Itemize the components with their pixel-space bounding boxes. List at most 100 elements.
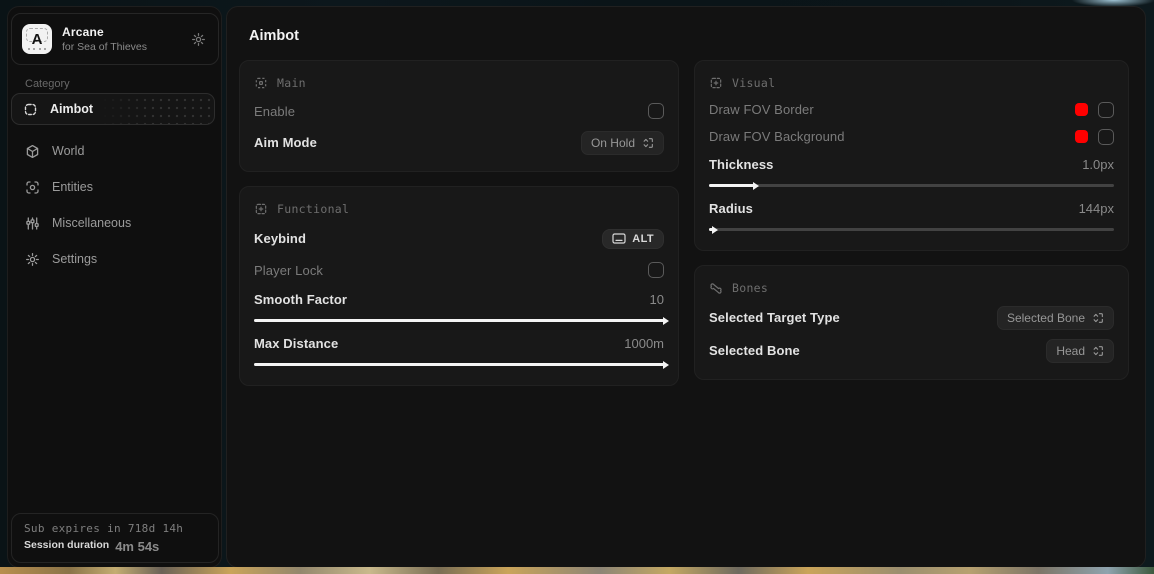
keybind-row: Keybind ALT xyxy=(254,222,664,255)
sidebar-item-miscellaneous[interactable]: Miscellaneous xyxy=(8,205,221,241)
keybind-value: ALT xyxy=(632,233,654,245)
radius-group: Radius 144px xyxy=(709,194,1114,238)
gear-icon[interactable] xyxy=(191,32,206,47)
fov-background-color-swatch[interactable] xyxy=(1075,130,1088,143)
smooth-factor-slider[interactable] xyxy=(254,319,664,322)
target-type-row: Selected Target Type Selected Bone xyxy=(709,301,1114,334)
fov-border-label: Draw FOV Border xyxy=(709,102,814,117)
session-duration-label: Session duration xyxy=(24,539,109,554)
session-duration-value: 4m 54s xyxy=(115,539,159,554)
card-bones: Bones Selected Target Type Selected Bone xyxy=(694,265,1129,380)
logo-dots xyxy=(28,48,46,50)
brand-subtitle: for Sea of Thieves xyxy=(62,41,181,53)
sidebar-item-label: World xyxy=(52,144,84,158)
max-distance-group: Max Distance 1000m xyxy=(254,329,664,373)
smooth-factor-group: Smooth Factor 10 xyxy=(254,285,664,329)
fov-border-row: Draw FOV Border xyxy=(709,96,1114,123)
selected-bone-label: Selected Bone xyxy=(709,343,800,358)
enable-row: Enable xyxy=(254,96,664,126)
aim-mode-row: Aim Mode On Hold xyxy=(254,126,664,159)
card-bones-header: Bones xyxy=(709,275,1114,301)
session-duration: Session duration 4m 54s xyxy=(24,539,206,554)
scan-icon xyxy=(23,102,38,117)
slider-thumb[interactable] xyxy=(753,182,759,190)
mixer-icon xyxy=(25,216,40,231)
radius-value: 144px xyxy=(1079,201,1114,216)
card-visual: Visual Draw FOV Border Draw FOV Backgrou… xyxy=(694,60,1129,251)
category-label: Category xyxy=(25,78,70,90)
slider-thumb[interactable] xyxy=(663,361,669,369)
thickness-group: Thickness 1.0px xyxy=(709,150,1114,194)
thickness-value: 1.0px xyxy=(1082,157,1114,172)
sidebar-item-world[interactable]: World xyxy=(8,133,221,169)
sidebar-nav: Aimbot World Entities xyxy=(8,93,221,277)
page-title: Aimbot xyxy=(239,7,1129,60)
thickness-row: Thickness 1.0px xyxy=(709,152,1114,176)
thickness-slider[interactable] xyxy=(709,184,1114,187)
sidebar-item-settings[interactable]: Settings xyxy=(8,241,221,277)
selected-bone-value: Head xyxy=(1056,344,1085,358)
radius-row: Radius 144px xyxy=(709,196,1114,220)
sidebar-item-label: Entities xyxy=(52,180,93,194)
selected-bone-select[interactable]: Head xyxy=(1046,339,1114,363)
radius-slider[interactable] xyxy=(709,228,1114,231)
aim-mode-value: On Hold xyxy=(591,136,635,150)
fov-border-color-swatch[interactable] xyxy=(1075,103,1088,116)
dashed-plus-icon xyxy=(709,76,723,90)
card-functional-header: Functional xyxy=(254,196,664,222)
dashed-target-icon xyxy=(254,76,268,90)
dot-pattern xyxy=(99,94,214,124)
card-title: Bones xyxy=(732,281,768,295)
selected-bone-row: Selected Bone Head xyxy=(709,334,1114,367)
player-lock-row: Player Lock xyxy=(254,255,664,285)
slider-thumb[interactable] xyxy=(712,226,718,234)
brand-name: Arcane xyxy=(62,25,181,39)
bone-icon xyxy=(709,281,723,295)
sidebar: A Arcane for Sea of Thieves Category Aim… xyxy=(7,6,222,568)
max-distance-row: Max Distance 1000m xyxy=(254,331,664,355)
sidebar-item-label: Aimbot xyxy=(50,102,93,116)
player-lock-checkbox[interactable] xyxy=(648,262,664,278)
smooth-factor-row: Smooth Factor 10 xyxy=(254,287,664,311)
card-title: Main xyxy=(277,76,306,90)
fov-background-checkbox[interactable] xyxy=(1098,129,1114,145)
scan-eye-icon xyxy=(25,180,40,195)
world-icon xyxy=(25,144,40,159)
card-main: Main Enable Aim Mode On Hold xyxy=(239,60,679,172)
aim-mode-select[interactable]: On Hold xyxy=(581,131,664,155)
sub-expires-text: Sub expires in 718d 14h xyxy=(24,522,206,535)
sidebar-item-aimbot[interactable]: Aimbot xyxy=(11,93,215,125)
keybind-label: Keybind xyxy=(254,231,306,246)
smooth-factor-value: 10 xyxy=(650,292,664,307)
card-title: Visual xyxy=(732,76,775,90)
logo-letter: A xyxy=(32,31,43,48)
card-functional: Functional Keybind ALT xyxy=(239,186,679,386)
unfold-icon xyxy=(1092,345,1104,357)
keyboard-icon xyxy=(612,233,626,244)
enable-checkbox[interactable] xyxy=(648,103,664,119)
game-background-strip xyxy=(0,567,1154,574)
app-logo: A xyxy=(22,24,52,54)
enable-label: Enable xyxy=(254,104,295,119)
subscription-box: Sub expires in 718d 14h Session duration… xyxy=(11,513,219,563)
smooth-factor-label: Smooth Factor xyxy=(254,292,347,307)
dashed-plus-icon xyxy=(254,202,268,216)
sidebar-item-label: Miscellaneous xyxy=(52,216,131,230)
aim-mode-label: Aim Mode xyxy=(254,135,317,150)
fov-background-row: Draw FOV Background xyxy=(709,123,1114,150)
max-distance-slider[interactable] xyxy=(254,363,664,366)
fov-background-label: Draw FOV Background xyxy=(709,129,845,144)
unfold-icon xyxy=(1092,312,1104,324)
target-type-label: Selected Target Type xyxy=(709,310,840,325)
keybind-button[interactable]: ALT xyxy=(602,229,664,249)
gear-icon xyxy=(25,252,40,267)
card-main-header: Main xyxy=(254,70,664,96)
unfold-icon xyxy=(642,137,654,149)
target-type-select[interactable]: Selected Bone xyxy=(997,306,1114,330)
fov-border-checkbox[interactable] xyxy=(1098,102,1114,118)
card-title: Functional xyxy=(277,202,349,216)
brand-box: A Arcane for Sea of Thieves xyxy=(11,13,219,65)
sidebar-item-entities[interactable]: Entities xyxy=(8,169,221,205)
max-distance-value: 1000m xyxy=(624,336,664,351)
slider-thumb[interactable] xyxy=(663,317,669,325)
